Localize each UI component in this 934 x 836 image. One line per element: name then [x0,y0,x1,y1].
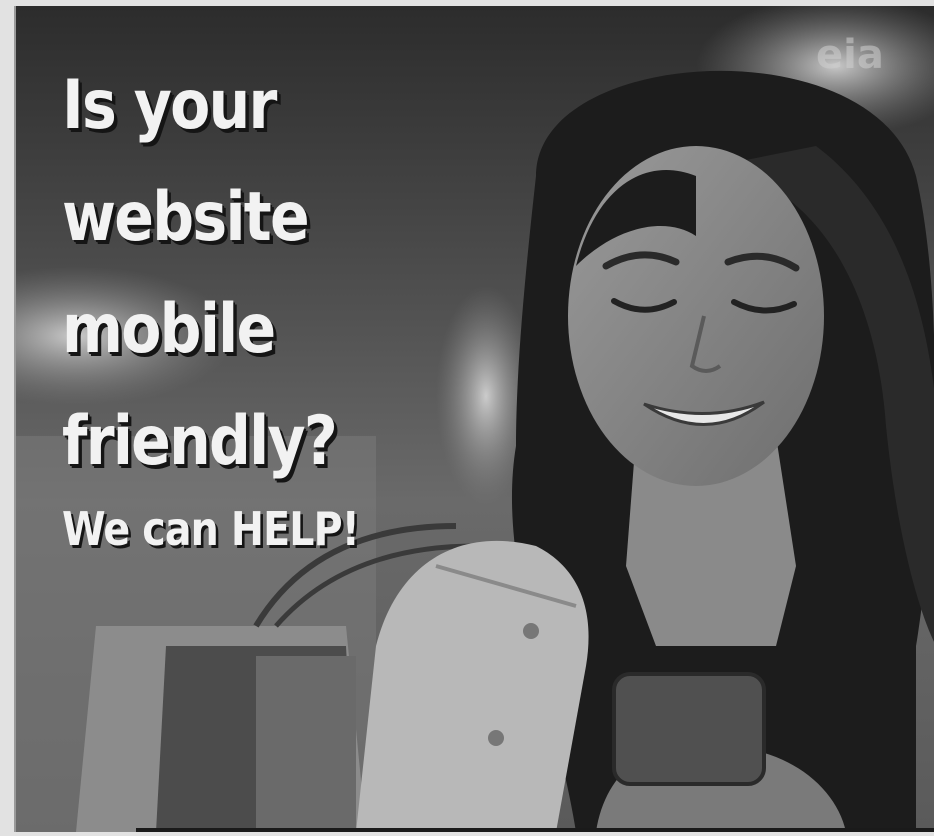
smartphone [612,672,766,786]
photo-background: eia Is your website mobile friendly? We … [14,6,934,832]
headline-line: website [62,178,310,257]
shopping-bag [256,656,356,832]
headline-line: Is your [62,66,277,145]
jacket-button [523,623,539,639]
divider [136,828,934,832]
ad-page: eia Is your website mobile friendly? We … [0,0,934,836]
denim-jacket [356,540,589,832]
headline-line: friendly? [62,402,338,481]
storefront-sign: eia [816,32,884,78]
headline: Is your website mobile friendly? [62,50,381,498]
subheadline: We can HELP! [62,502,360,556]
headline-line: mobile [62,290,276,369]
jacket-button [488,730,504,746]
